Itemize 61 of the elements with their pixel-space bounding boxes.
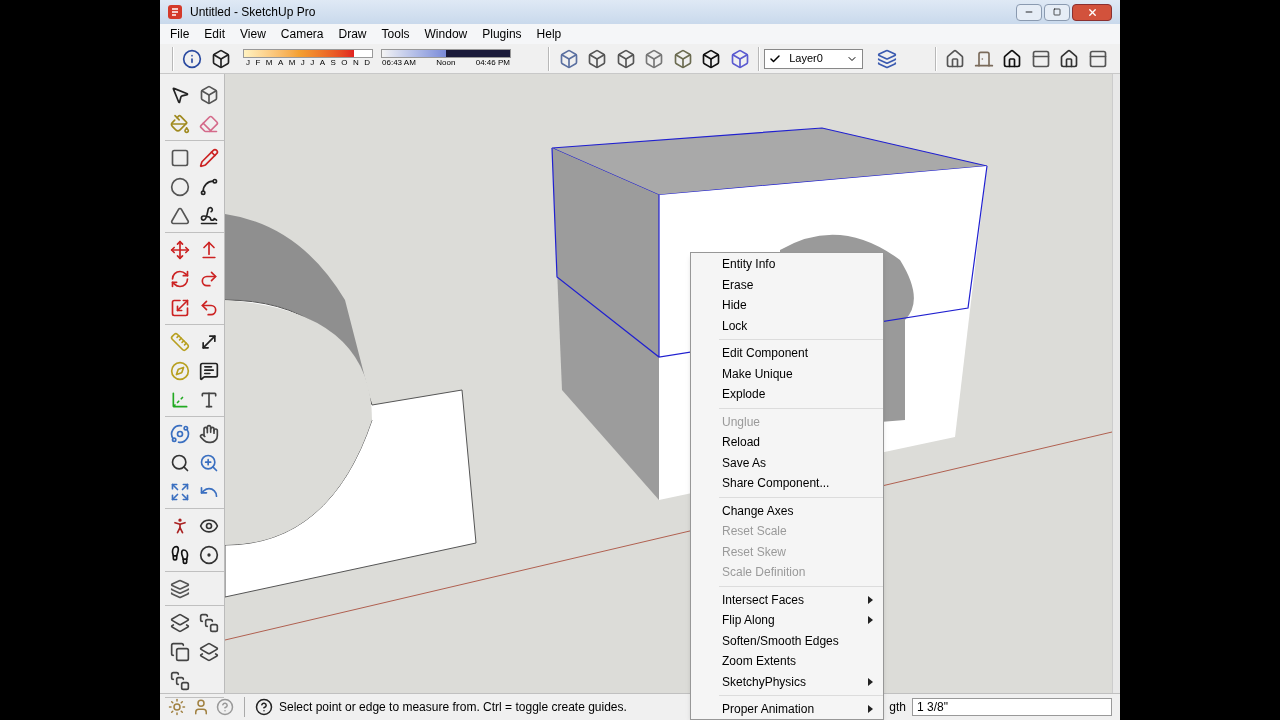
month-label: A [277, 58, 284, 68]
context-menu-item[interactable]: Explode [719, 384, 883, 405]
geo-location-icon [168, 698, 186, 716]
month-label: O [341, 58, 348, 68]
month-label: A [319, 58, 326, 68]
context-menu-item[interactable]: Share Component... [719, 473, 883, 494]
month-label: M [265, 58, 273, 68]
menu-item[interactable]: File [170, 25, 190, 43]
scroll-bar[interactable] [1112, 74, 1120, 693]
menu-item[interactable]: Edit [204, 25, 226, 43]
window-title: Untitled - SketchUp Pro [190, 4, 316, 21]
context-menu-item[interactable]: Intersect Faces [719, 589, 883, 610]
context-menu-item[interactable]: Erase [691, 274, 883, 295]
menu-item[interactable]: Plugins [482, 25, 522, 43]
context-menu-item[interactable]: Soften/Smooth Edges [719, 630, 883, 651]
submenu-arrow-icon [868, 616, 873, 625]
context-menu-item[interactable]: Edit Component [719, 343, 883, 364]
menu-item[interactable]: Camera [280, 25, 324, 43]
measurement-field[interactable]: 1 3/8" [912, 698, 1112, 716]
context-menu-item[interactable]: Change Axes [719, 500, 883, 521]
menu-item[interactable]: Window [424, 25, 468, 43]
close-button[interactable] [1072, 3, 1112, 21]
month-label: D [364, 58, 370, 68]
menu-item[interactable]: View [240, 25, 266, 43]
time-slider[interactable] [381, 49, 511, 58]
menu-item[interactable]: Tools [381, 25, 410, 43]
time-label: 04:46 PM [475, 58, 510, 68]
context-menu-item[interactable]: Make Unique [719, 363, 883, 384]
submenu-arrow-icon [868, 677, 873, 686]
help-icon [255, 698, 273, 716]
context-menu-item[interactable]: Save As [719, 452, 883, 473]
context-menu-item[interactable]: Proper Animation [719, 699, 883, 719]
month-label: N [352, 58, 359, 68]
month-label: J [246, 58, 251, 68]
menu-item[interactable]: Help [536, 25, 562, 43]
minimize-button[interactable] [1016, 3, 1042, 21]
context-menu-item[interactable]: SketchyPhysics [719, 671, 883, 692]
close-icon [1086, 6, 1098, 18]
maximize-icon [1053, 8, 1061, 16]
layer-dropdown[interactable]: Layer0 [764, 48, 863, 69]
context-menu-item[interactable]: Hide [691, 295, 883, 316]
month-label: F [255, 58, 261, 68]
status-message: Select point or edge to measure from. Ctrl = toggle create guides. [279, 699, 627, 716]
month-label: M [288, 58, 296, 68]
context-menu-item[interactable]: Lock [691, 315, 883, 336]
submenu-arrow-icon [868, 705, 873, 714]
context-menu-item[interactable]: Zoom Extents [719, 651, 883, 672]
context-menu-item[interactable]: Entity Info [691, 254, 883, 275]
month-label: J [310, 58, 315, 68]
time-label: Noon [436, 58, 456, 68]
credits-icon [192, 698, 210, 716]
context-menu-item[interactable]: Flip Along [719, 610, 883, 631]
submenu-arrow-icon [868, 595, 873, 604]
context-menu-item[interactable]: Reload [719, 432, 883, 453]
month-label: S [330, 58, 336, 68]
measurement-label: gth [889, 699, 906, 716]
time-label: 06:43 AM [382, 58, 416, 68]
menu-item[interactable]: Draw [338, 25, 367, 43]
app-logo-icon [168, 5, 182, 19]
month-label: J [300, 58, 305, 68]
month-slider[interactable] [243, 49, 373, 58]
